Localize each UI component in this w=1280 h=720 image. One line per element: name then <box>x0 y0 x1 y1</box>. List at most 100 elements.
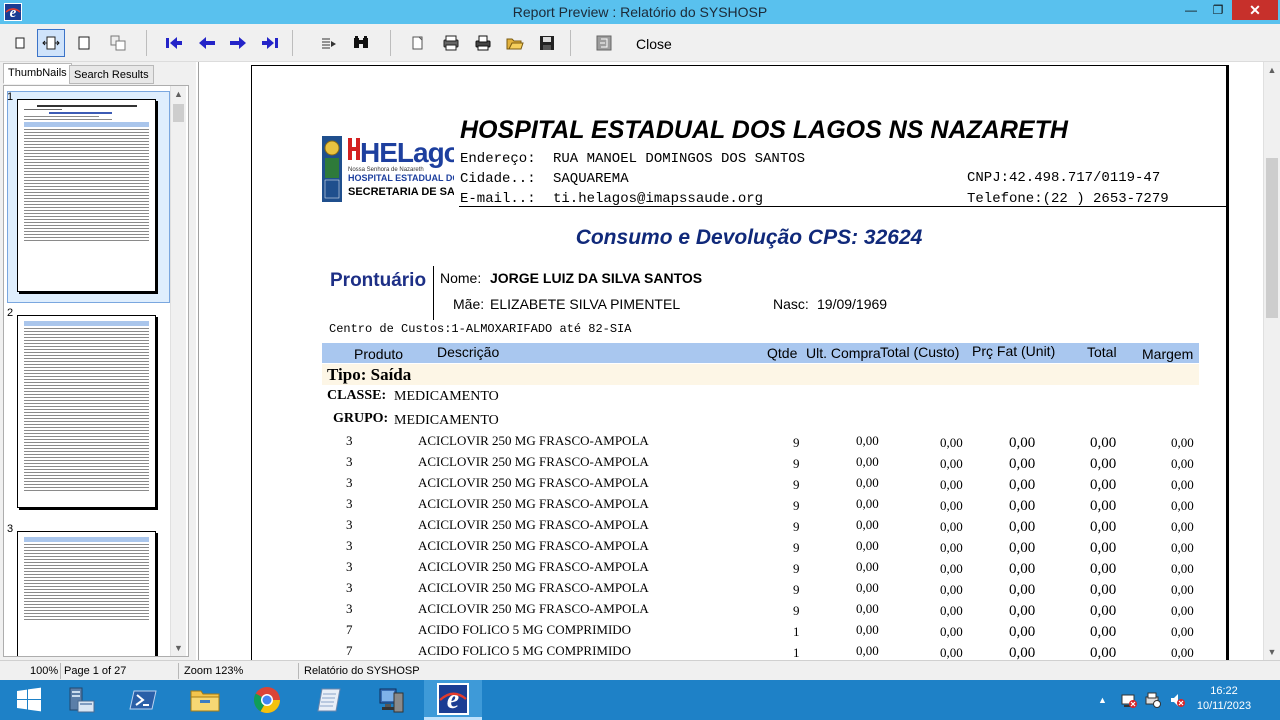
cell-produto: 7 <box>346 622 353 637</box>
syshosp-app-icon[interactable]: e <box>424 680 482 720</box>
printer-status-icon[interactable] <box>1144 680 1162 720</box>
full-page-icon[interactable] <box>70 29 98 57</box>
cell-margem: 0,00 <box>1171 624 1194 639</box>
cell-descricao: ACIDO FOLICO 5 MG COMPRIMIDO <box>418 622 632 637</box>
page-setup-icon[interactable] <box>404 29 432 57</box>
clock[interactable]: 16:22 10/11/2023 <box>1196 684 1252 714</box>
file-explorer-icon[interactable] <box>176 680 234 720</box>
next-page-icon[interactable] <box>224 29 252 57</box>
city-value: SAQUAREMA <box>553 171 629 187</box>
scroll-thumb[interactable] <box>173 104 184 122</box>
scroll-down-icon[interactable]: ▼ <box>1264 644 1280 660</box>
cell-total-custo: 0,00 <box>940 561 963 576</box>
scroll-down-icon[interactable]: ▼ <box>171 640 186 656</box>
tab-search-results[interactable]: Search Results <box>69 65 154 84</box>
cell-produto: 3 <box>346 454 353 469</box>
cell-total-custo: 0,00 <box>940 477 963 492</box>
cell-prc-fat: 0,00 <box>1009 435 1036 451</box>
maximize-button[interactable]: ❐ <box>1205 0 1231 20</box>
cell-total: 0,00 <box>1090 603 1117 619</box>
cell-margem: 0,00 <box>1171 561 1194 576</box>
cell-produto: 3 <box>346 517 353 532</box>
cell-prc-fat: 0,00 <box>1009 603 1036 619</box>
thumbnail-panel: ThumbNails Search Results 1 2 3 ▲ ▼ <box>0 62 196 660</box>
cell-ult-compra: 0,00 <box>856 601 879 616</box>
thumbnail-page-1[interactable] <box>17 99 156 292</box>
status-report-name: Relatório do SYSHOSP <box>304 665 420 677</box>
col-descricao: Descrição <box>437 344 500 360</box>
prontuario-label: Prontuário <box>330 270 427 291</box>
save-icon[interactable] <box>533 29 561 57</box>
one-page-icon[interactable] <box>6 29 34 57</box>
table-row: 3 ACICLOVIR 250 MG FRASCO-AMPOLA 9 0,00 0,00… <box>252 475 1226 496</box>
close-window-button[interactable]: ✕ <box>1232 0 1278 20</box>
cell-total: 0,00 <box>1090 624 1117 640</box>
cell-ult-compra: 0,00 <box>856 643 879 658</box>
find-icon[interactable] <box>347 29 375 57</box>
name-label: Nome: <box>440 270 482 286</box>
preview-scrollbar[interactable]: ▲ ▼ <box>1263 62 1280 660</box>
cell-produto: 3 <box>346 433 353 448</box>
col-total: Total <box>1087 344 1117 360</box>
email-value: ti.helagos@imapssaude.org <box>553 191 764 207</box>
network-computer-icon[interactable] <box>362 680 420 720</box>
scroll-up-icon[interactable]: ▲ <box>171 86 186 102</box>
cell-descricao: ACICLOVIR 250 MG FRASCO-AMPOLA <box>418 559 649 574</box>
col-margem: Margem <box>1142 346 1194 362</box>
scroll-up-icon[interactable]: ▲ <box>1264 62 1280 78</box>
multi-page-icon[interactable] <box>104 29 132 57</box>
chrome-icon[interactable] <box>238 680 296 720</box>
cell-total-custo: 0,00 <box>940 498 963 513</box>
page-width-icon[interactable] <box>37 29 65 57</box>
close-button[interactable]: Close <box>636 36 672 52</box>
svg-text:e: e <box>447 684 459 715</box>
table-row: 3 ACICLOVIR 250 MG FRASCO-AMPOLA 9 0,00 0,00… <box>252 559 1226 580</box>
notepad-icon[interactable] <box>300 680 358 720</box>
powershell-icon[interactable] <box>114 680 172 720</box>
thumbnail-list: 1 2 3 <box>3 85 189 657</box>
cell-margem: 0,00 <box>1171 477 1194 492</box>
previous-page-icon[interactable] <box>193 29 221 57</box>
cell-total: 0,00 <box>1090 582 1117 598</box>
thumbnail-scrollbar[interactable]: ▲ ▼ <box>170 86 186 656</box>
hospital-logo: HELagos Nossa Senhora de Nazareth HOSPIT… <box>322 134 500 204</box>
cell-prc-fat: 0,00 <box>1009 624 1036 640</box>
tab-thumbnails[interactable]: ThumbNails <box>3 63 72 84</box>
cell-total-custo: 0,00 <box>940 519 963 534</box>
minimize-button[interactable]: — <box>1178 0 1204 20</box>
scroll-thumb[interactable] <box>1266 158 1278 318</box>
report-page: HELagos Nossa Senhora de Nazareth HOSPIT… <box>251 65 1229 675</box>
cell-produto: 3 <box>346 580 353 595</box>
tray-overflow-icon[interactable]: ▲ <box>1098 680 1107 720</box>
go-to-page-icon[interactable] <box>315 29 343 57</box>
table-row: 3 ACICLOVIR 250 MG FRASCO-AMPOLA 9 0,00 0,00… <box>252 496 1226 517</box>
cell-total: 0,00 <box>1090 519 1117 535</box>
server-manager-icon[interactable] <box>52 680 110 720</box>
start-button[interactable] <box>0 680 58 720</box>
clock-date: 10/11/2023 <box>1196 700 1252 712</box>
open-icon[interactable] <box>501 29 529 57</box>
birth-date: 19/09/1969 <box>817 296 888 312</box>
thumbnail-page-2[interactable] <box>17 315 156 508</box>
cell-descricao: ACICLOVIR 250 MG FRASCO-AMPOLA <box>418 454 649 469</box>
volume-muted-icon[interactable] <box>1168 680 1186 720</box>
cell-total-custo: 0,00 <box>940 624 963 639</box>
cell-ult-compra: 0,00 <box>856 559 879 574</box>
first-page-icon[interactable] <box>160 29 188 57</box>
cell-prc-fat: 0,00 <box>1009 561 1036 577</box>
col-prc-fat: Prç Fat (Unit) <box>972 343 1056 359</box>
email-label: E-mail..: <box>460 191 536 207</box>
network-status-icon[interactable] <box>1120 680 1138 720</box>
thumbnail-number: 1 <box>7 91 14 103</box>
last-page-icon[interactable] <box>256 29 284 57</box>
print-icon[interactable] <box>469 29 497 57</box>
toolbar: Close <box>0 24 1280 62</box>
exit-icon[interactable] <box>590 29 618 57</box>
mother-label: Mãe: <box>453 296 485 312</box>
cell-qtde: 9 <box>793 435 800 450</box>
print-setup-icon[interactable] <box>437 29 465 57</box>
patient-name: JORGE LUIZ DA SILVA SANTOS <box>490 270 703 286</box>
hospital-name: HOSPITAL ESTADUAL DOS LAGOS NS NAZARETH <box>460 116 1068 144</box>
thumbnail-number: 2 <box>7 307 14 319</box>
thumbnail-page-3[interactable] <box>17 531 156 656</box>
